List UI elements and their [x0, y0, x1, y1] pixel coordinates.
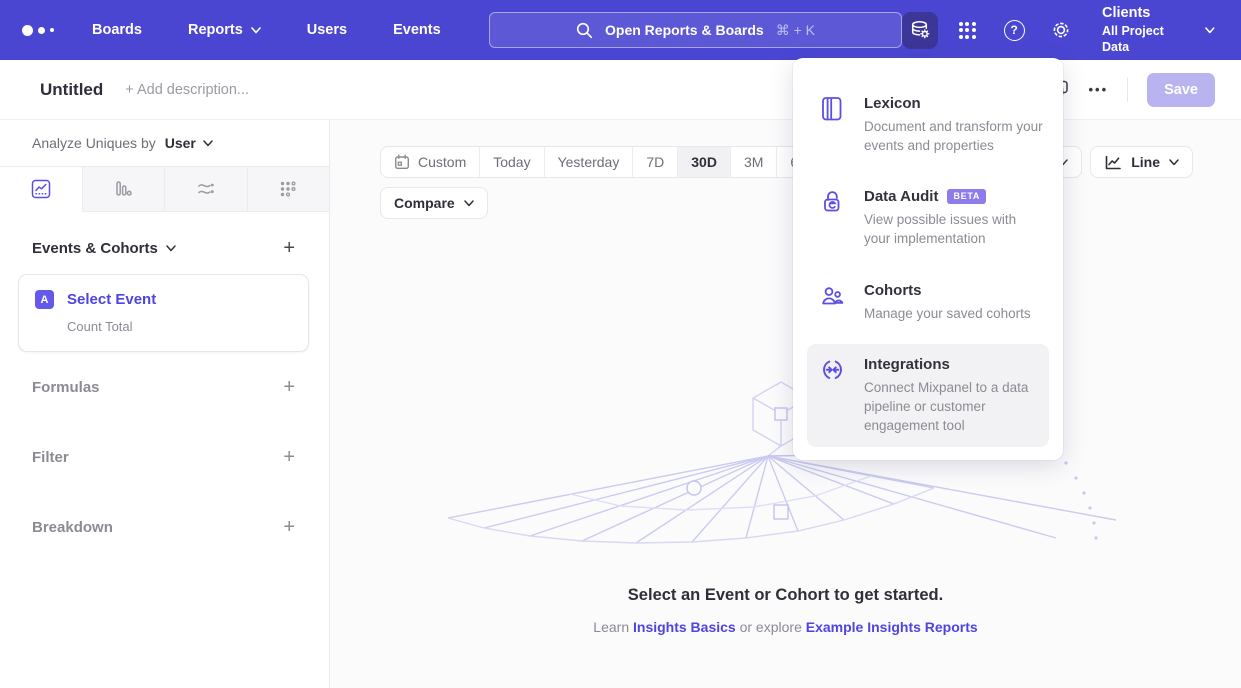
- chart-type-tabs: [0, 166, 329, 212]
- date-range-today[interactable]: Today: [479, 147, 543, 177]
- lexicon-book-icon: [820, 95, 846, 155]
- menu-item-lexicon[interactable]: Lexicon Document and transform your even…: [807, 83, 1049, 167]
- add-breakdown-button[interactable]: +: [283, 517, 295, 537]
- analyze-by-dropdown[interactable]: User: [165, 135, 213, 151]
- formulas-section: Formulas +: [0, 352, 329, 422]
- menu-item-data-audit[interactable]: Data Audit BETA View possible issues wit…: [807, 176, 1049, 260]
- date-range-7d[interactable]: 7D: [632, 147, 677, 177]
- search-input[interactable]: Open Reports & Boards ⌘ + K: [489, 12, 903, 48]
- add-event-button[interactable]: +: [283, 238, 295, 258]
- help-button[interactable]: ?: [996, 12, 1032, 49]
- nav-item-events[interactable]: Events: [393, 22, 441, 38]
- date-range-30d[interactable]: 30D: [677, 147, 730, 177]
- beta-badge: BETA: [947, 189, 986, 204]
- tab-line-chart[interactable]: [0, 167, 83, 211]
- header-divider: [1127, 78, 1128, 102]
- line-chart-icon: [1104, 154, 1122, 171]
- project-selector[interactable]: Clients All Project Data: [1102, 4, 1215, 55]
- add-formula-button[interactable]: +: [283, 377, 295, 397]
- breakdown-label: Breakdown: [32, 519, 113, 536]
- nav-item-reports[interactable]: Reports: [188, 22, 261, 38]
- search-placeholder: Open Reports & Boards: [605, 22, 764, 38]
- date-range-3m[interactable]: 3M: [730, 147, 776, 177]
- date-range-custom[interactable]: Custom: [381, 147, 479, 177]
- search-shortcut: ⌘ + K: [776, 22, 815, 39]
- top-navbar: Boards Reports Users Events Open Reports…: [0, 0, 1241, 60]
- report-title[interactable]: Untitled: [40, 80, 103, 100]
- metrics-grid-icon: [278, 179, 298, 199]
- mixpanel-logo[interactable]: [22, 25, 54, 36]
- save-button[interactable]: Save: [1147, 73, 1215, 107]
- tab-flow-chart[interactable]: [165, 167, 248, 211]
- settings-gear-icon: [1050, 19, 1072, 41]
- line-chart-icon: [31, 179, 51, 199]
- event-metric-dropdown[interactable]: Count Total: [67, 319, 292, 334]
- more-options-button[interactable]: •••: [1088, 82, 1108, 97]
- database-gear-icon: [909, 19, 931, 41]
- chevron-down-icon: [1205, 27, 1215, 34]
- chevron-down-icon: [1169, 159, 1179, 166]
- empty-state: Select an Event or Cohort to get started…: [330, 368, 1241, 635]
- data-management-dropdown: Lexicon Document and transform your even…: [793, 58, 1063, 460]
- event-series-badge: A: [35, 290, 54, 309]
- flow-chart-icon: [196, 179, 216, 199]
- select-event-button[interactable]: Select Event: [67, 291, 156, 308]
- tab-bar-chart[interactable]: [83, 167, 166, 211]
- menu-item-cohorts[interactable]: Cohorts Manage your saved cohorts: [807, 270, 1049, 335]
- date-range-selector: Custom Today Yesterday 7D 30D 3M 6M: [380, 146, 824, 178]
- formulas-label: Formulas: [32, 379, 100, 396]
- help-icon: ?: [1004, 20, 1025, 41]
- project-name: Clients: [1102, 4, 1191, 23]
- filter-label: Filter: [32, 449, 69, 466]
- filter-section: Filter +: [0, 422, 329, 492]
- tab-metrics-grid[interactable]: [248, 167, 330, 211]
- add-filter-button[interactable]: +: [283, 447, 295, 467]
- event-card[interactable]: A Select Event Count Total: [18, 274, 309, 352]
- bar-chart-icon: [113, 179, 133, 199]
- cohorts-people-icon: [820, 282, 846, 323]
- apps-grid-icon: [959, 22, 976, 39]
- menu-item-integrations[interactable]: Integrations Connect Mixpanel to a data …: [807, 344, 1049, 447]
- data-management-button[interactable]: [902, 12, 938, 49]
- analyze-label: Analyze Uniques by: [32, 135, 156, 151]
- chart-type-dropdown[interactable]: Line: [1090, 146, 1193, 178]
- date-range-yesterday[interactable]: Yesterday: [544, 147, 633, 177]
- breakdown-section: Breakdown +: [0, 492, 329, 562]
- search-icon: [576, 22, 593, 39]
- empty-state-subtitle: Learn Insights Basics or explore Example…: [593, 619, 977, 635]
- chevron-down-icon: [251, 27, 261, 34]
- events-cohorts-header[interactable]: Events & Cohorts: [32, 240, 176, 257]
- insights-basics-link[interactable]: Insights Basics: [633, 619, 736, 635]
- example-reports-link[interactable]: Example Insights Reports: [806, 619, 978, 635]
- compare-dropdown[interactable]: Compare: [380, 187, 488, 219]
- add-description-field[interactable]: + Add description...: [125, 82, 249, 98]
- settings-button[interactable]: [1043, 12, 1079, 49]
- calendar-icon: [394, 154, 410, 170]
- nav-item-users[interactable]: Users: [307, 22, 347, 38]
- apps-grid-button[interactable]: [949, 12, 985, 49]
- integrations-sync-icon: [820, 356, 846, 435]
- data-audit-lock-icon: [820, 188, 846, 248]
- empty-state-title: Select an Event or Cohort to get started…: [628, 586, 943, 605]
- nav-item-boards[interactable]: Boards: [92, 22, 142, 38]
- chart-area: Custom Today Yesterday 7D 30D 3M 6M: [330, 120, 1241, 688]
- project-scope: All Project Data: [1102, 23, 1191, 56]
- chevron-down-icon: [464, 200, 474, 207]
- query-builder-sidebar: Analyze Uniques by User: [0, 120, 330, 688]
- chevron-down-icon: [166, 245, 176, 252]
- chevron-down-icon: [203, 140, 213, 147]
